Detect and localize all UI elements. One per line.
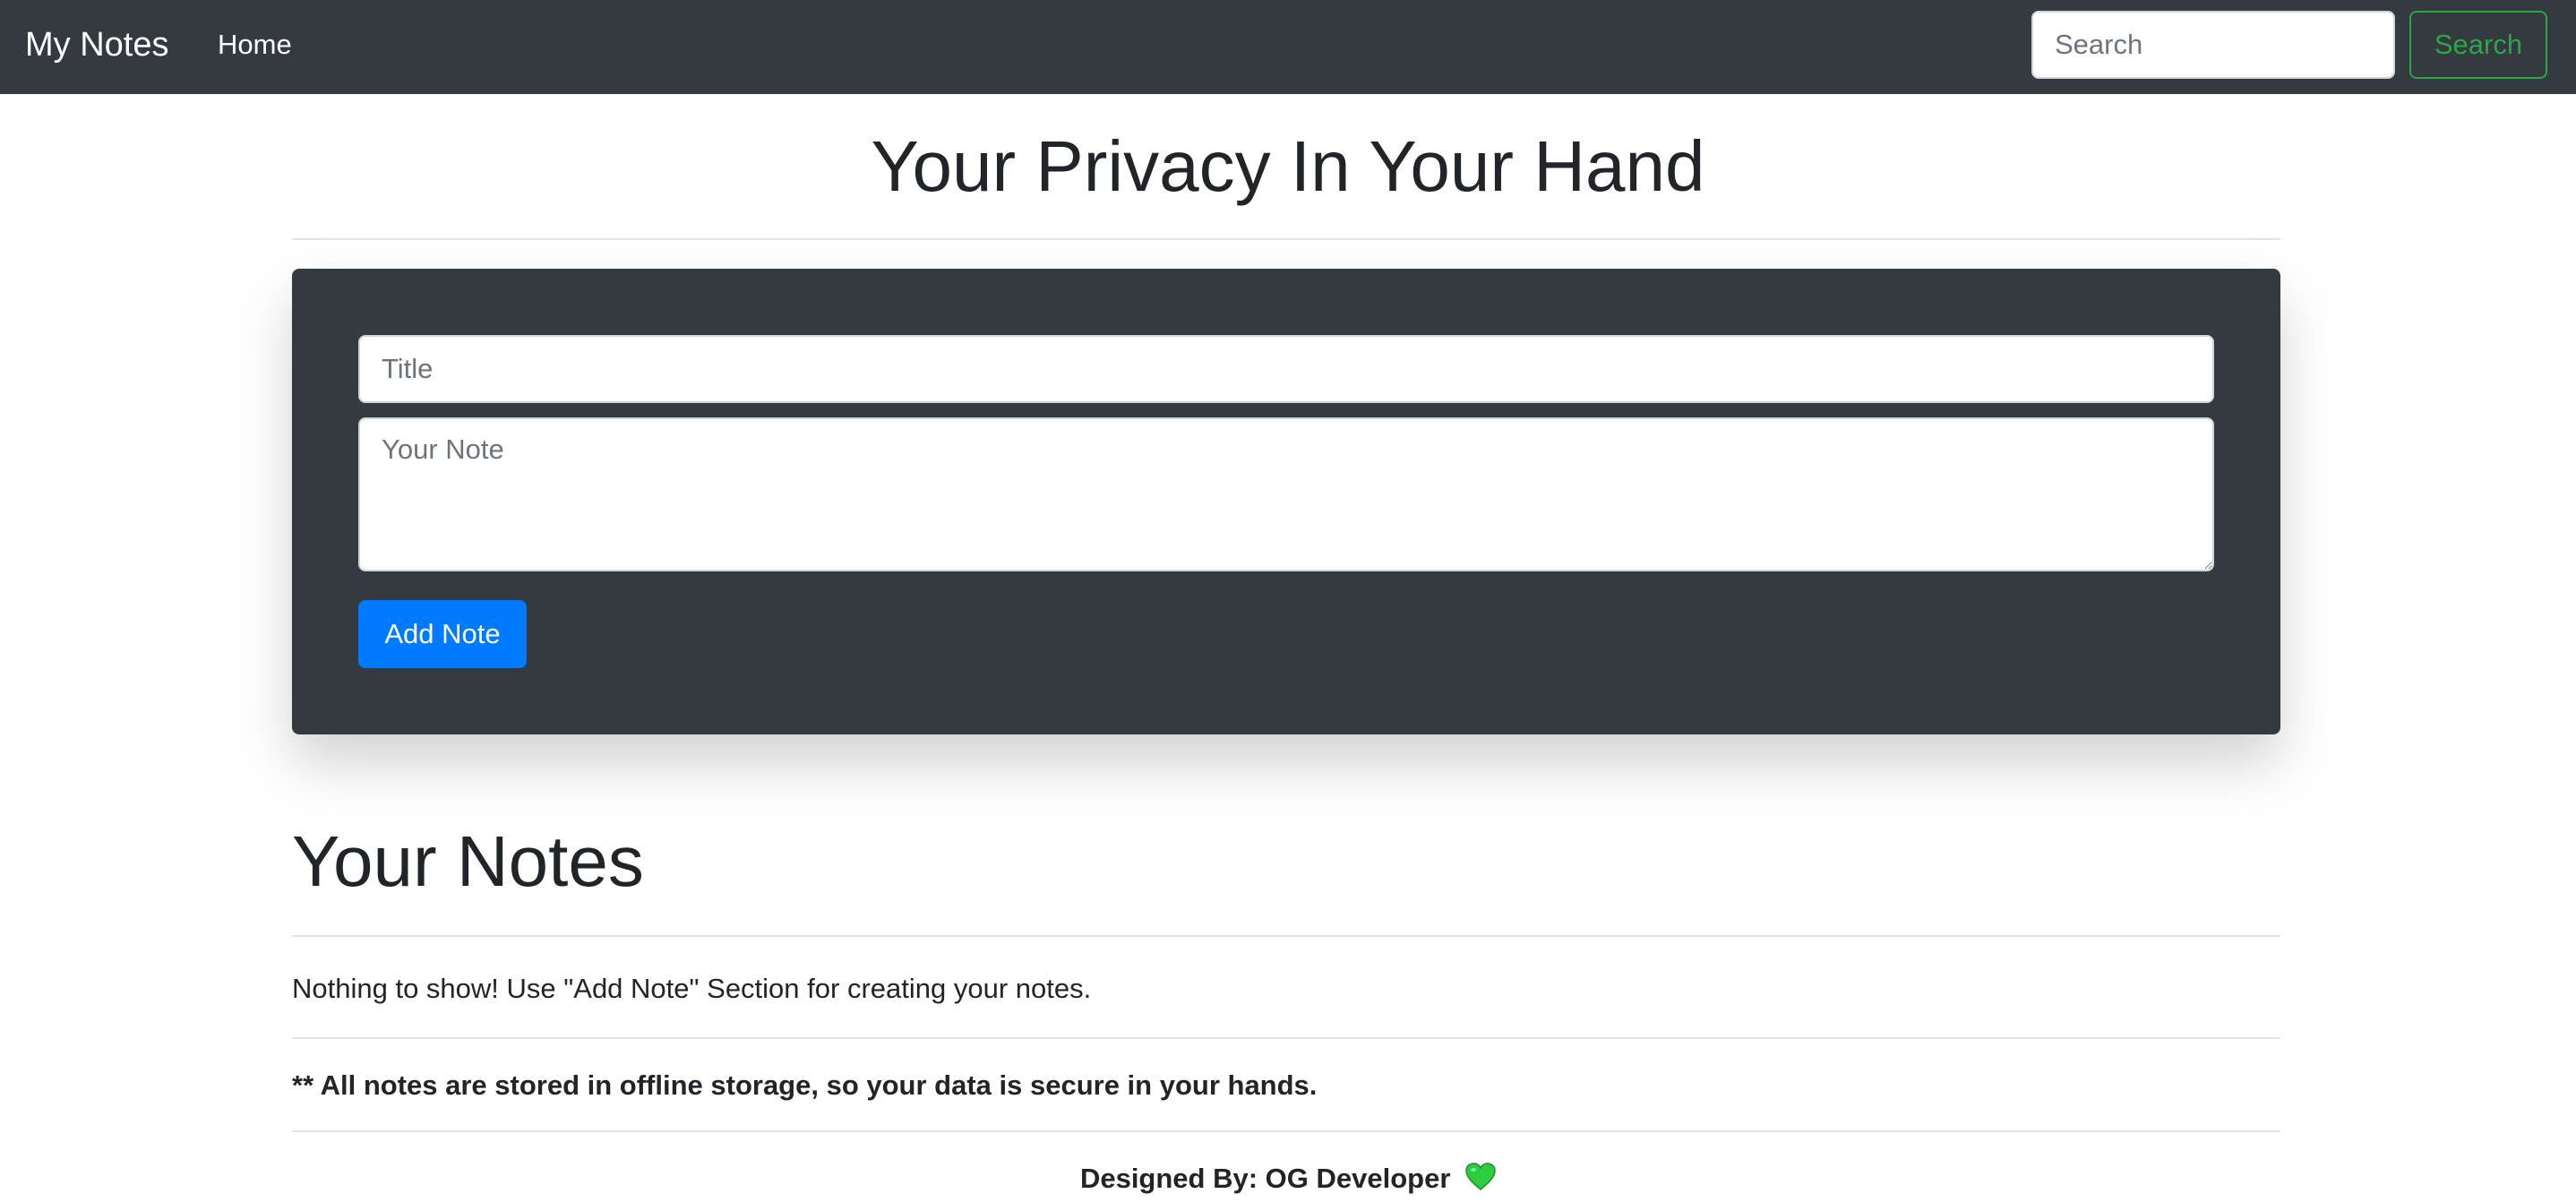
footer: Designed By: OG Developer	[0, 1159, 2576, 1202]
add-note-form: Add Note	[292, 269, 2280, 734]
search-button[interactable]: Search	[2409, 11, 2547, 79]
divider	[292, 1037, 2280, 1039]
divider	[292, 238, 2280, 240]
notes-heading: Your Notes	[292, 821, 644, 901]
green-heart-icon	[1465, 1163, 1496, 1202]
brand-logo[interactable]: My Notes	[25, 21, 168, 68]
nav-link-home[interactable]: Home	[218, 25, 292, 64]
search-input[interactable]	[2031, 11, 2395, 79]
divider	[292, 1130, 2280, 1132]
divider	[292, 935, 2280, 937]
add-note-button[interactable]: Add Note	[358, 600, 527, 668]
storage-info-text: ** All notes are stored in offline stora…	[292, 1069, 1318, 1101]
note-body-textarea[interactable]	[358, 417, 2214, 571]
navbar: My Notes Home Search	[0, 0, 2576, 94]
note-title-input[interactable]	[358, 335, 2214, 403]
empty-notes-message: Nothing to show! Use "Add Note" Section …	[292, 973, 1092, 1004]
page-title: Your Privacy In Your Hand	[871, 126, 1705, 206]
footer-credit: Designed By: OG Developer	[1079, 1163, 1451, 1194]
